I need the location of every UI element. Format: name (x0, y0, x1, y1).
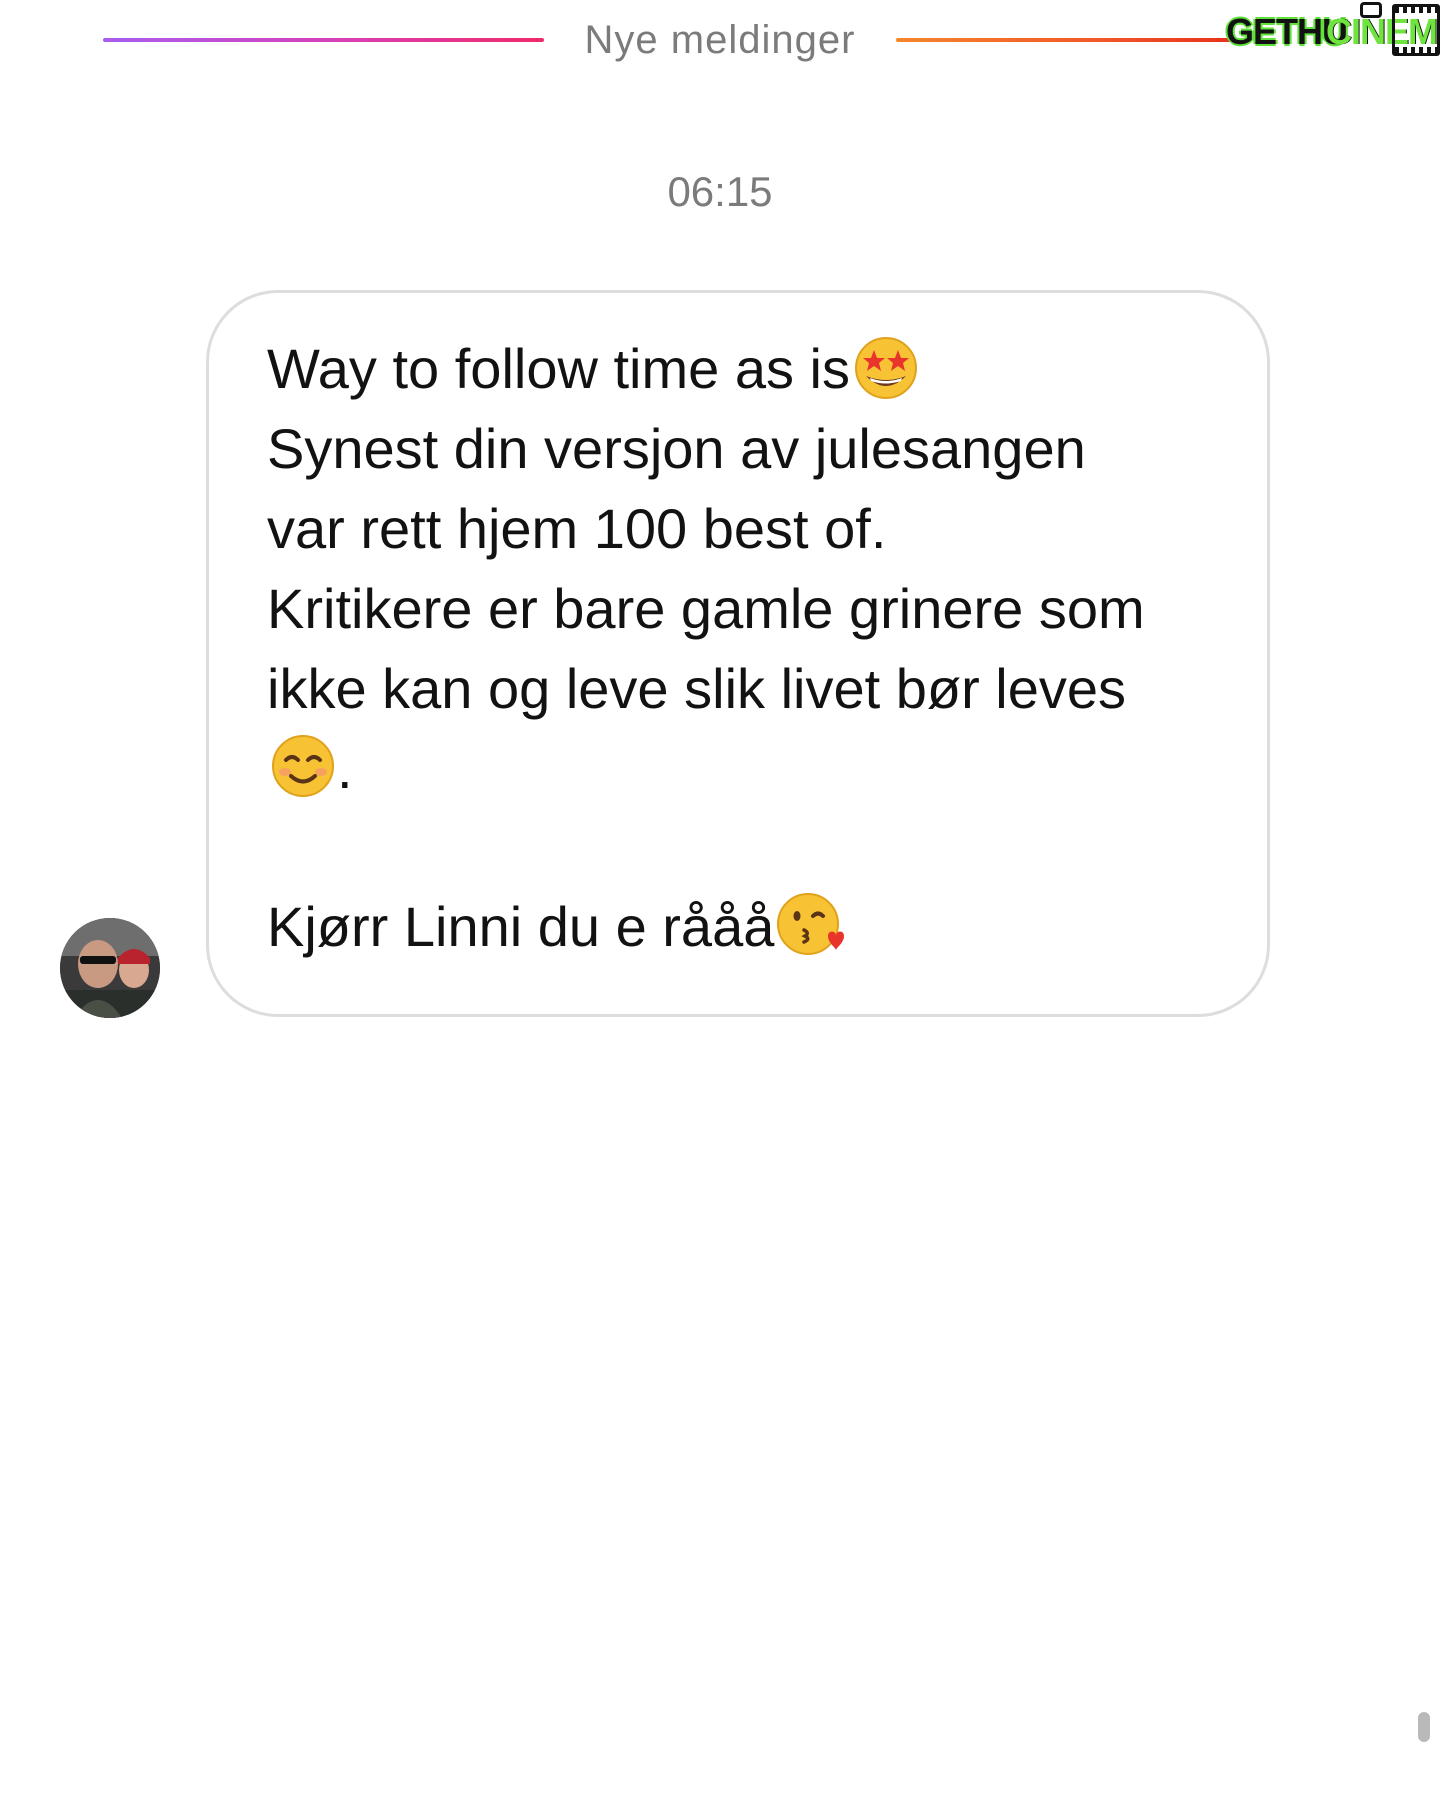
message-line: Kritikere er bare gamle grinere som (267, 569, 1211, 649)
scrollbar-thumb[interactable] (1418, 1712, 1430, 1742)
divider-line-left (103, 38, 544, 42)
new-messages-label: Nye meldinger (584, 18, 856, 62)
star-struck-emoji-icon (852, 332, 920, 400)
smiling-face-emoji-icon (269, 732, 337, 800)
divider-line-right (896, 38, 1231, 42)
message-text: var rett hjem 100 best of. (267, 497, 887, 560)
avatar-photo-icon (60, 918, 160, 1018)
message-text: . (337, 737, 353, 800)
message-text: Kritikere er bare gamle grinere som (267, 577, 1145, 640)
message-text: Synest din versjon av julesangen (267, 417, 1086, 480)
avatar[interactable] (60, 918, 160, 1018)
film-strip-icon (1392, 4, 1440, 56)
message-line: Way to follow time as is (267, 329, 1211, 409)
watermark-logo: GETHU CINEMA (1222, 2, 1440, 58)
message-text: ikke kan og leve slik livet bør leves (267, 657, 1127, 720)
message-text: Kjørr Linni du e rååå (267, 895, 775, 958)
message-text: Way to follow time as is (267, 337, 850, 400)
message-line: Kjørr Linni du e rååå (267, 887, 1211, 967)
message-line: var rett hjem 100 best of. (267, 489, 1211, 569)
message-line: . (267, 729, 1211, 809)
face-blowing-kiss-emoji-icon (776, 890, 845, 958)
message-line: Synest din versjon av julesangen (267, 409, 1211, 489)
camera-icon (1360, 2, 1382, 18)
message-timestamp: 06:15 (667, 168, 773, 215)
message-line: ikke kan og leve slik livet bør leves (267, 649, 1211, 729)
message-bubble[interactable]: Way to follow time as is Synest din vers… (206, 290, 1270, 1017)
